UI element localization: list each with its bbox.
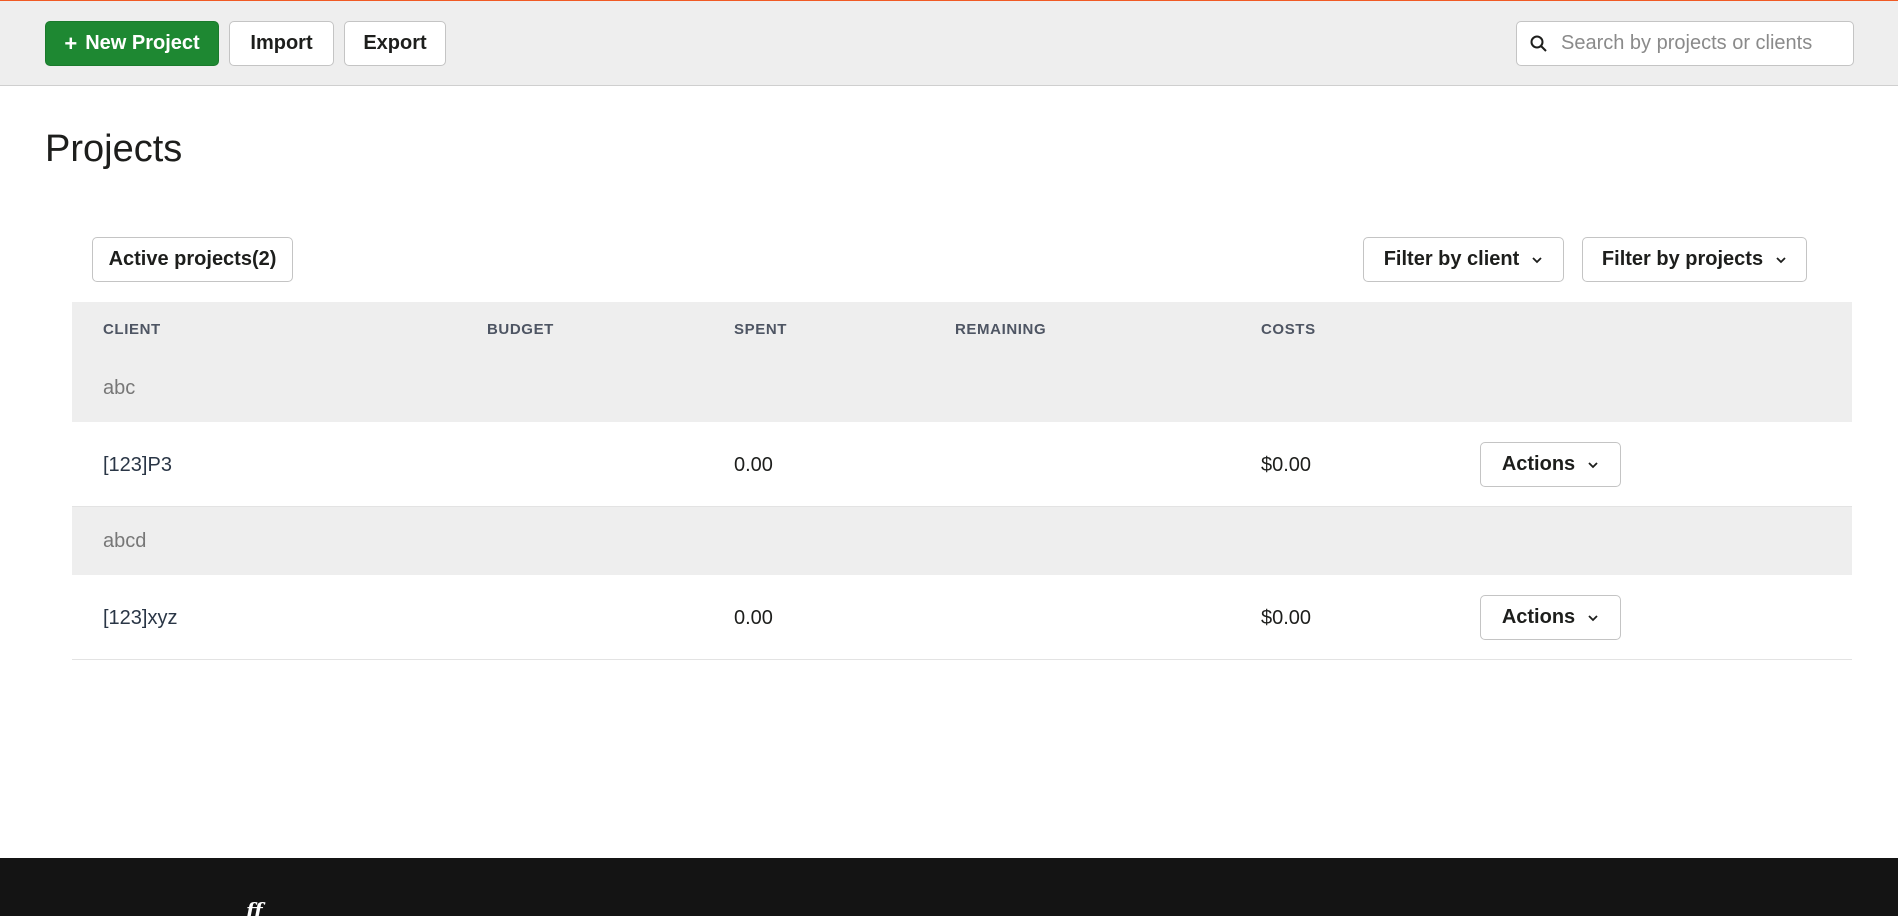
project-spent: 0.00 xyxy=(734,607,773,629)
table-row: [123]P3 0.00 $0.00 Actions xyxy=(72,422,1852,507)
footer-logo: ff xyxy=(246,898,263,922)
column-header-costs: COSTS xyxy=(1261,321,1316,338)
import-button[interactable]: Import xyxy=(229,21,334,66)
column-header-budget: BUDGET xyxy=(487,321,554,338)
active-projects-label: Active projects(2) xyxy=(108,248,277,270)
new-project-button[interactable]: + New Project xyxy=(45,21,219,66)
client-name: abcd xyxy=(103,530,147,552)
filter-by-projects-dropdown[interactable]: Filter by projects xyxy=(1582,237,1807,282)
table-header: CLIENT BUDGET SPENT REMAINING COSTS xyxy=(72,302,1852,354)
export-button[interactable]: Export xyxy=(344,21,446,66)
search-box[interactable] xyxy=(1516,21,1854,66)
chevron-down-icon xyxy=(1776,256,1786,263)
projects-table: CLIENT BUDGET SPENT REMAINING COSTS abc … xyxy=(72,302,1852,660)
new-project-label: New Project xyxy=(85,32,200,54)
search-input[interactable] xyxy=(1561,22,1853,65)
actions-dropdown[interactable]: Actions xyxy=(1480,442,1621,487)
column-header-spent: SPENT xyxy=(734,321,788,338)
filter-by-client-label: Filter by client xyxy=(1383,248,1520,270)
column-header-client: CLIENT xyxy=(103,321,161,338)
import-label: Import xyxy=(250,32,313,54)
chevron-down-icon xyxy=(1532,256,1542,263)
project-costs: $0.00 xyxy=(1261,607,1312,629)
filter-by-projects-label: Filter by projects xyxy=(1601,248,1764,270)
actions-dropdown[interactable]: Actions xyxy=(1480,595,1621,640)
project-costs: $0.00 xyxy=(1261,454,1312,476)
client-group-row: abcd xyxy=(72,507,1852,575)
chevron-down-icon xyxy=(1588,461,1598,468)
project-name[interactable]: [123]P3 xyxy=(103,454,172,477)
table-row: [123]xyz 0.00 $0.00 Actions xyxy=(72,575,1852,660)
client-name: abc xyxy=(103,377,136,399)
project-name[interactable]: [123]xyz xyxy=(103,607,177,630)
client-group-row: abc xyxy=(72,354,1852,422)
top-toolbar: + New Project Import Export xyxy=(0,0,1898,86)
actions-label: Actions xyxy=(1501,606,1576,628)
filter-by-client-dropdown[interactable]: Filter by client xyxy=(1363,237,1564,282)
active-projects-button[interactable]: Active projects(2) xyxy=(92,237,293,282)
footer: ff xyxy=(0,858,1898,922)
column-header-remaining: REMAINING xyxy=(955,321,1047,338)
actions-label: Actions xyxy=(1501,453,1576,475)
search-icon xyxy=(1517,22,1561,65)
export-label: Export xyxy=(363,32,427,54)
plus-icon: + xyxy=(64,30,78,56)
page-title: Projects xyxy=(45,128,183,170)
chevron-down-icon xyxy=(1588,614,1598,621)
project-spent: 0.00 xyxy=(734,454,773,476)
